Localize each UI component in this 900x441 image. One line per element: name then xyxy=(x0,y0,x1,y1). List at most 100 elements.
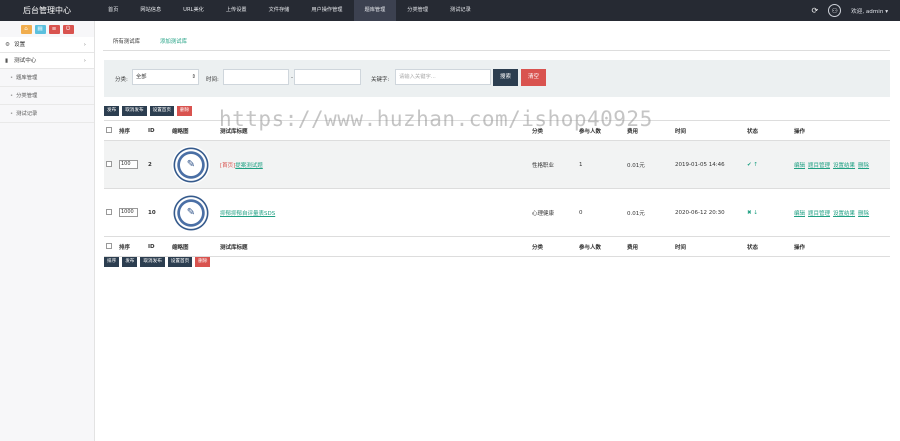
row-category: 性格职业 xyxy=(530,140,577,189)
file-icon[interactable]: ▤ xyxy=(34,25,46,34)
nav-site-info[interactable]: 网站信息 xyxy=(129,0,172,21)
col-thumbnail: 缩略图 xyxy=(170,236,218,257)
user-menu[interactable]: 欢迎, admin ▾ xyxy=(851,7,888,15)
brand-title[interactable]: 后台管理中心 xyxy=(0,0,94,21)
delete-link[interactable]: 删除 xyxy=(858,163,869,169)
sidebar-item-test-records[interactable]: 测试记录 xyxy=(0,105,94,123)
refresh-icon[interactable]: ⟳ xyxy=(811,6,818,15)
col-category: 分类 xyxy=(530,120,577,141)
col-participants: 参与人数 xyxy=(577,236,625,257)
sidebar-group-label: 设置 xyxy=(14,42,26,48)
start-date-input[interactable] xyxy=(223,69,289,85)
sort-button[interactable]: 排序 xyxy=(104,257,120,267)
nav-url-rewrite[interactable]: URL美化 xyxy=(172,0,215,21)
row-checkbox[interactable] xyxy=(104,140,117,189)
search-button[interactable]: 搜索 xyxy=(493,69,518,86)
col-time: 时间 xyxy=(673,120,745,141)
sidebar-item-category[interactable]: 分类管理 xyxy=(0,87,94,105)
time-separator: - xyxy=(291,75,293,81)
select-all-checkbox[interactable] xyxy=(104,236,117,257)
chevron-right-icon: › xyxy=(83,58,86,64)
row-participants: 1 xyxy=(577,140,625,189)
thumbnail-image: ✎ xyxy=(172,145,210,184)
nav-user-ops[interactable]: 用户操作管理 xyxy=(300,0,353,21)
tab-bar: 所有测试库 添加测试库 xyxy=(103,31,890,51)
set-result-link[interactable]: 设置结果 xyxy=(833,211,855,217)
publish-button[interactable]: 发布 xyxy=(104,106,120,116)
home-tag: [首页] xyxy=(220,162,236,169)
chevron-right-icon: › xyxy=(83,42,86,48)
select-all-checkbox[interactable] xyxy=(104,120,117,141)
delete-button[interactable]: 删除 xyxy=(176,106,193,116)
row-time: 2019-01-05 14:46 xyxy=(673,140,745,189)
col-fee: 费用 xyxy=(625,236,673,257)
sort-input[interactable]: 100 xyxy=(119,160,138,169)
row-operations: 编辑 题目管理 设置结果 删除 xyxy=(792,140,890,189)
question-manage-link[interactable]: 题目管理 xyxy=(808,211,830,217)
chevron-updown-icon: ⇕ xyxy=(191,74,196,80)
publish-button[interactable]: 发布 xyxy=(122,257,138,267)
row-title-link[interactable]: 提案测试题 xyxy=(235,163,263,169)
top-navbar: 后台管理中心 首页 网站信息 URL美化 上传设置 文件存储 用户操作管理 题库… xyxy=(0,0,900,21)
top-right-tools: ⟳ ⚇ 欢迎, admin ▾ xyxy=(811,0,888,21)
set-result-link[interactable]: 设置结果 xyxy=(833,163,855,169)
nav-home[interactable]: 首页 xyxy=(97,0,129,21)
col-participants: 参与人数 xyxy=(577,120,625,141)
row-id: 10 xyxy=(146,188,170,237)
row-title-link[interactable]: 抑郁抑郁自评量表SDS xyxy=(220,211,275,217)
col-sort: 排序 xyxy=(117,236,146,257)
col-operations: 操作 xyxy=(792,236,890,257)
category-select[interactable]: 全部 ⇕ xyxy=(132,69,199,85)
sidebar-group-settings[interactable]: ⚙ 设置 › xyxy=(0,37,94,53)
keyword-input[interactable]: 请输入关键字... xyxy=(395,69,491,85)
clear-button[interactable]: 清空 xyxy=(521,69,546,86)
unpublish-button[interactable]: 取消发布 xyxy=(140,257,165,267)
table-footer: 排序 ID 缩略图 测试库标题 分类 参与人数 费用 时间 状态 操作 xyxy=(104,236,890,257)
nav-question-bank[interactable]: 题库管理 xyxy=(353,0,397,21)
tab-all-libraries[interactable]: 所有测试库 xyxy=(113,37,140,45)
delete-link[interactable]: 删除 xyxy=(858,211,869,217)
sort-input[interactable]: 1000 xyxy=(119,208,138,217)
filter-bar: 分类: 全部 ⇕ 时间: - 关键字: 请输入关键字... 搜索 清空 xyxy=(104,60,890,97)
end-date-input[interactable] xyxy=(294,69,361,85)
edit-link[interactable]: 编辑 xyxy=(794,163,805,169)
nav-test-records[interactable]: 测试记录 xyxy=(439,0,482,21)
row-category: 心理健康 xyxy=(530,188,577,237)
set-home-button[interactable]: 设置首页 xyxy=(149,106,174,116)
library-table: 排序 ID 缩略图 测试库标题 分类 参与人数 费用 时间 状态 操作 100 … xyxy=(104,120,890,257)
row-id: 2 xyxy=(146,140,170,189)
tab-add-library[interactable]: 添加测试库 xyxy=(160,37,187,45)
col-thumbnail: 缩略图 xyxy=(170,120,218,141)
quick-buttons: ⌂ ▤ ≡ ⏻ xyxy=(0,21,94,37)
table-row: 100 2 ✎ [首页]提案测试题 性格职业 1 0.01元 2019-01-0… xyxy=(104,140,890,189)
col-operations: 操作 xyxy=(792,120,890,141)
unpublish-button[interactable]: 取消发布 xyxy=(122,106,147,116)
status-icon[interactable]: ✖ ↓ xyxy=(745,188,792,237)
sidebar-group-test-center[interactable]: ▮ 测试中心 › xyxy=(0,53,94,69)
nav-file-storage[interactable]: 文件存储 xyxy=(258,0,301,21)
delete-button[interactable]: 删除 xyxy=(195,257,211,267)
row-checkbox[interactable] xyxy=(104,188,117,237)
row-participants: 0 xyxy=(577,188,625,237)
avatar[interactable]: ⚇ xyxy=(828,4,842,17)
row-operations: 编辑 题目管理 设置结果 删除 xyxy=(792,188,890,237)
top-nav: 首页 网站信息 URL美化 上传设置 文件存储 用户操作管理 题库管理 分类管理… xyxy=(97,0,482,21)
edit-link[interactable]: 编辑 xyxy=(794,211,805,217)
home-icon[interactable]: ⌂ xyxy=(20,25,32,34)
status-icon[interactable]: ✔ ↑ xyxy=(745,140,792,189)
row-fee: 0.01元 xyxy=(625,140,673,189)
row-fee: 0.01元 xyxy=(625,188,673,237)
action-bar-top: 发布 取消发布 设置首页 删除 xyxy=(104,106,193,116)
col-status: 状态 xyxy=(745,236,792,257)
main-content: 所有测试库 添加测试库 分类: 全部 ⇕ 时间: - 关键字: 请输入关键字...… xyxy=(103,21,890,441)
power-icon[interactable]: ⏻ xyxy=(62,25,74,34)
col-fee: 费用 xyxy=(625,120,673,141)
table-header: 排序 ID 缩略图 测试库标题 分类 参与人数 费用 时间 状态 操作 xyxy=(104,120,890,141)
nav-upload-settings[interactable]: 上传设置 xyxy=(215,0,258,21)
question-manage-link[interactable]: 题目管理 xyxy=(808,163,830,169)
col-sort: 排序 xyxy=(117,120,146,141)
set-home-button[interactable]: 设置首页 xyxy=(167,257,193,267)
nav-category[interactable]: 分类管理 xyxy=(396,0,439,21)
sidebar-item-question-bank[interactable]: 题库管理 xyxy=(0,69,94,87)
list-icon[interactable]: ≡ xyxy=(48,25,60,34)
